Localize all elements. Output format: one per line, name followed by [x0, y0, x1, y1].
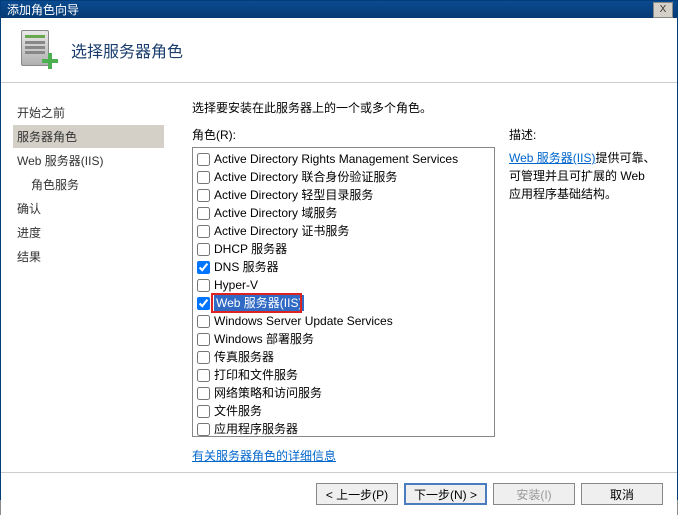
role-item[interactable]: 文件服务: [195, 402, 492, 420]
sidebar: 开始之前服务器角色Web 服务器(IIS)角色服务确认进度结果: [1, 83, 176, 472]
role-label: 网络策略和访问服务: [214, 385, 322, 401]
sidebar-item[interactable]: 开始之前: [13, 101, 164, 124]
role-checkbox[interactable]: [197, 333, 210, 346]
role-label: Active Directory 证书服务: [214, 223, 349, 239]
role-label: Active Directory Rights Management Servi…: [214, 151, 458, 167]
more-info-link[interactable]: 有关服务器角色的详细信息: [192, 447, 495, 464]
sidebar-item[interactable]: Web 服务器(IIS): [13, 149, 164, 172]
role-label: Windows Server Update Services: [214, 313, 393, 329]
wizard-icon: [19, 30, 59, 70]
role-item[interactable]: Active Directory 域服务: [195, 204, 492, 222]
role-checkbox[interactable]: [197, 297, 210, 310]
description-text: Web 服务器(IIS)提供可靠、可管理并且可扩展的 Web 应用程序基础结构。: [509, 149, 659, 203]
role-item[interactable]: Active Directory 证书服务: [195, 222, 492, 240]
window-title: 添加角色向导: [5, 1, 653, 18]
role-item[interactable]: 打印和文件服务: [195, 366, 492, 384]
role-label: 应用程序服务器: [214, 421, 298, 437]
role-label: DNS 服务器: [214, 259, 279, 275]
role-label: Web 服务器(IIS): [214, 295, 304, 311]
body: 开始之前服务器角色Web 服务器(IIS)角色服务确认进度结果 选择要安装在此服…: [1, 83, 677, 472]
role-checkbox[interactable]: [197, 153, 210, 166]
role-checkbox[interactable]: [197, 171, 210, 184]
prev-button[interactable]: < 上一步(P): [316, 483, 398, 505]
role-item[interactable]: 网络策略和访问服务: [195, 384, 492, 402]
role-label: 文件服务: [214, 403, 262, 419]
role-checkbox[interactable]: [197, 423, 210, 436]
role-checkbox[interactable]: [197, 261, 210, 274]
columns: 角色(R): Active Directory Rights Managemen…: [192, 126, 659, 472]
role-checkbox[interactable]: [197, 369, 210, 382]
intro-text: 选择要安装在此服务器上的一个或多个角色。: [192, 99, 659, 116]
role-checkbox[interactable]: [197, 189, 210, 202]
role-item[interactable]: Windows Server Update Services: [195, 312, 492, 330]
cancel-button[interactable]: 取消: [581, 483, 663, 505]
role-item[interactable]: 传真服务器: [195, 348, 492, 366]
roles-listbox[interactable]: Active Directory Rights Management Servi…: [192, 147, 495, 437]
role-item[interactable]: DNS 服务器: [195, 258, 492, 276]
role-checkbox[interactable]: [197, 243, 210, 256]
role-item[interactable]: Active Directory 联合身份验证服务: [195, 168, 492, 186]
description-link[interactable]: Web 服务器(IIS): [509, 151, 595, 165]
next-button[interactable]: 下一步(N) >: [404, 483, 487, 505]
install-button: 安装(I): [493, 483, 575, 505]
role-checkbox[interactable]: [197, 207, 210, 220]
sidebar-item[interactable]: 进度: [13, 221, 164, 244]
plus-icon: [41, 52, 59, 70]
sidebar-item[interactable]: 结果: [13, 245, 164, 268]
role-item[interactable]: Active Directory 轻型目录服务: [195, 186, 492, 204]
role-label: DHCP 服务器: [214, 241, 287, 257]
role-label: Active Directory 轻型目录服务: [214, 187, 373, 203]
role-checkbox[interactable]: [197, 351, 210, 364]
roles-column: 角色(R): Active Directory Rights Managemen…: [192, 126, 495, 472]
role-item[interactable]: Windows 部署服务: [195, 330, 492, 348]
content-pane: 选择要安装在此服务器上的一个或多个角色。 角色(R): Active Direc…: [176, 83, 677, 472]
page-title: 选择服务器角色: [71, 38, 183, 62]
description-column: 描述: Web 服务器(IIS)提供可靠、可管理并且可扩展的 Web 应用程序基…: [509, 126, 659, 472]
role-item[interactable]: DHCP 服务器: [195, 240, 492, 258]
role-checkbox[interactable]: [197, 225, 210, 238]
close-icon: X: [660, 4, 667, 15]
role-label: Active Directory 域服务: [214, 205, 337, 221]
role-label: 打印和文件服务: [214, 367, 298, 383]
titlebar: 添加角色向导 X: [1, 1, 677, 18]
roles-label: 角色(R):: [192, 126, 495, 143]
role-checkbox[interactable]: [197, 315, 210, 328]
role-label: Windows 部署服务: [214, 331, 314, 347]
footer: < 上一步(P) 下一步(N) > 安装(I) 取消: [1, 472, 677, 515]
role-label: Active Directory 联合身份验证服务: [214, 169, 397, 185]
role-item[interactable]: Hyper-V: [195, 276, 492, 294]
role-checkbox[interactable]: [197, 279, 210, 292]
role-label: 传真服务器: [214, 349, 274, 365]
description-label: 描述:: [509, 126, 659, 143]
role-label: Hyper-V: [214, 277, 258, 293]
sidebar-item[interactable]: 服务器角色: [13, 125, 164, 148]
close-button[interactable]: X: [653, 2, 673, 18]
header: 选择服务器角色: [1, 18, 677, 83]
role-checkbox[interactable]: [197, 387, 210, 400]
role-item[interactable]: Web 服务器(IIS): [195, 294, 492, 312]
sidebar-item[interactable]: 角色服务: [13, 173, 164, 196]
sidebar-item[interactable]: 确认: [13, 197, 164, 220]
wizard-window: 添加角色向导 X 选择服务器角色 开始之前服务器角色Web 服务器(IIS)角色…: [0, 0, 678, 500]
role-item[interactable]: 应用程序服务器: [195, 420, 492, 437]
role-item[interactable]: Active Directory Rights Management Servi…: [195, 150, 492, 168]
role-checkbox[interactable]: [197, 405, 210, 418]
